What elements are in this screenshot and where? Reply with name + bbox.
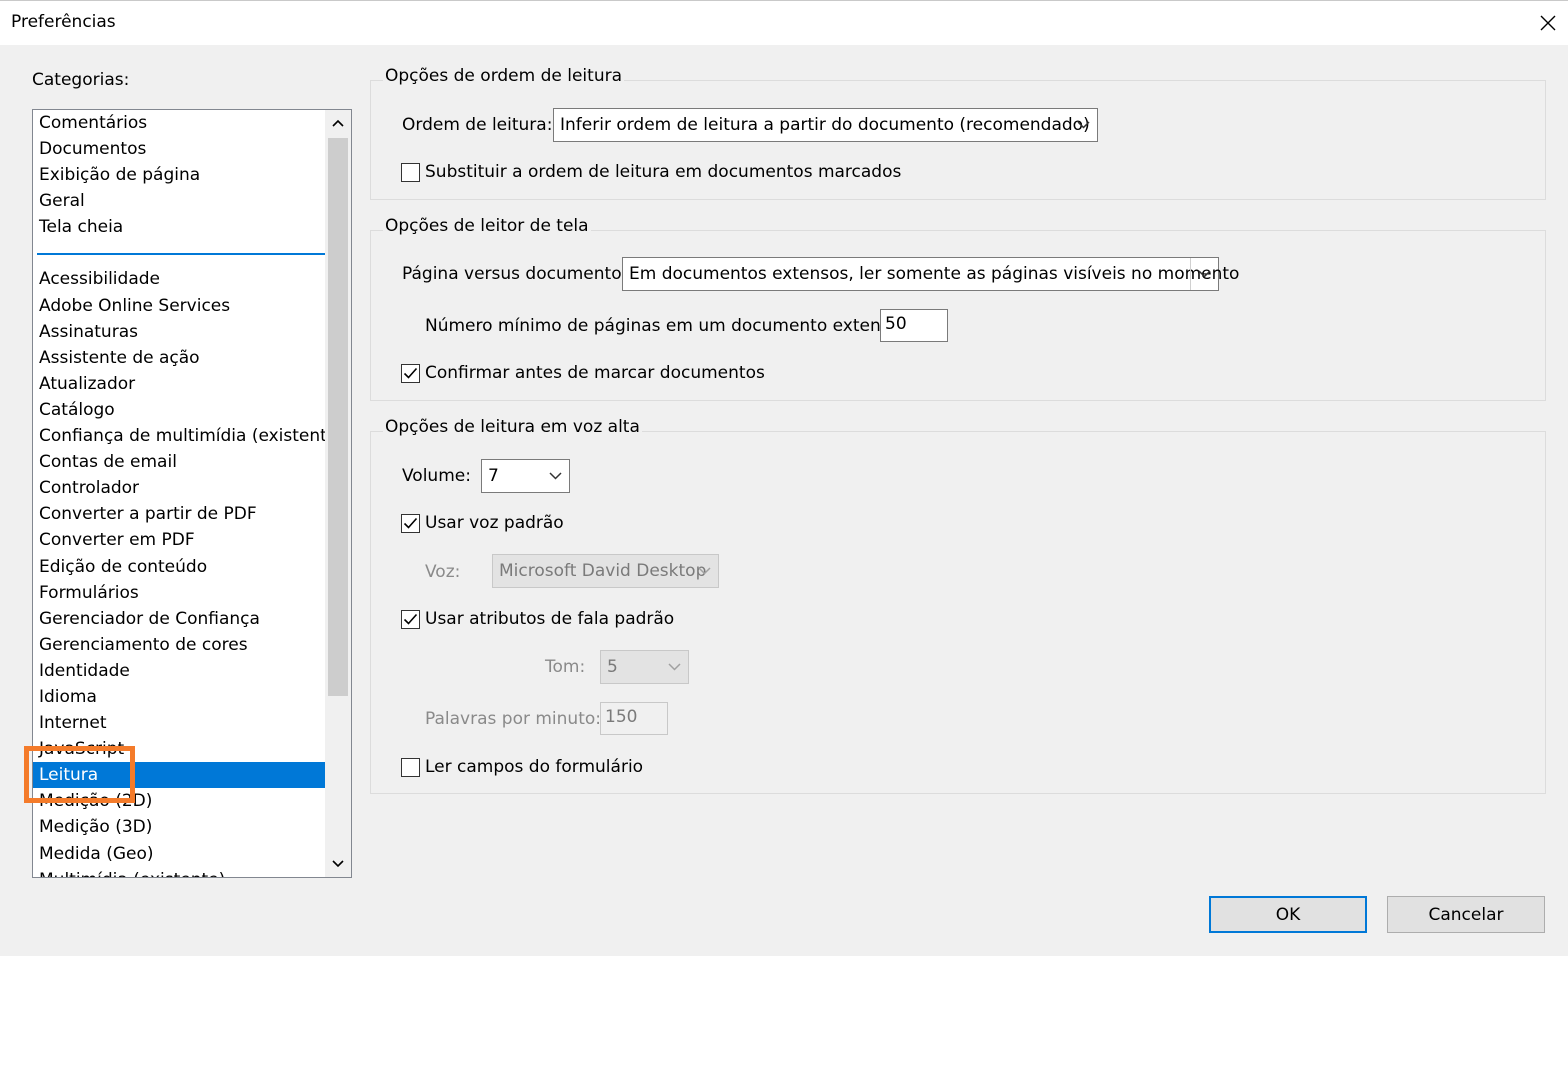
reading-order-value: Inferir ordem de leitura a partir do doc… [560,115,1090,135]
category-item[interactable]: Confiança de multimídia (existente) [33,423,344,449]
screen-reader-legend: Opções de leitor de tela [383,216,591,236]
close-icon [1540,15,1556,31]
category-item[interactable]: Contas de email [33,449,325,475]
category-item[interactable]: Geral [33,188,325,214]
close-button[interactable] [1528,1,1568,45]
checkmark-icon [403,613,418,625]
confirm-before-tagging-checkbox[interactable]: Confirmar antes de marcar documentos [401,363,765,383]
category-item[interactable]: JavaScript [33,736,325,762]
category-item[interactable]: Atualizador [33,371,325,397]
reading-order-dropdown[interactable]: Inferir ordem de leitura a partir do doc… [553,108,1098,142]
category-item[interactable]: Catálogo [33,397,325,423]
override-reading-order-checkbox[interactable]: Substituir a ordem de leitura em documen… [401,162,901,182]
override-reading-order-label: Substituir a ordem de leitura em documen… [425,162,902,182]
words-per-minute-input[interactable]: 150 [600,702,668,735]
category-item[interactable]: Documentos [33,136,325,162]
confirm-before-tagging-label: Confirmar antes de marcar documentos [425,363,765,383]
category-item[interactable]: Medição (3D) [33,814,325,840]
use-default-speech-label: Usar atributos de fala padrão [425,609,675,629]
categories-label: Categorias: [32,70,130,90]
pitch-dropdown[interactable]: 5 [600,650,689,684]
pitch-value: 5 [607,657,618,677]
chevron-down-icon [1076,121,1090,129]
page-vs-document-value: Em documentos extensos, ler somente as p… [629,264,1240,284]
checkbox-box [401,757,420,777]
category-item[interactable]: Controlador [33,475,325,501]
category-item[interactable]: Adobe Online Services [33,293,325,319]
categories-list: Comentários Documentos Exibição de página G… [33,110,344,877]
category-item[interactable]: Acessibilidade [33,266,325,292]
category-item[interactable]: Tela cheia [33,214,325,240]
category-item[interactable]: Exibição de página [33,162,325,188]
category-item[interactable]: Converter a partir de PDF [33,501,325,527]
category-separator [33,240,325,266]
reading-order-label: Ordem de leitura: [402,115,553,135]
checkbox-box [401,609,420,629]
read-form-fields-checkbox[interactable]: Ler campos do formulário [401,757,643,777]
chevron-down-icon [697,567,711,575]
category-item[interactable]: Internet [33,710,325,736]
reading-order-group: Opções de ordem de leitura Ordem de leit… [370,66,1546,200]
chevron-down-icon [1198,270,1211,278]
use-default-voice-label: Usar voz padrão [425,513,564,533]
screen-reader-group: Opções de leitor de tela Página versus d… [370,216,1546,401]
pitch-label: Tom: [545,657,586,677]
chevron-up-icon [332,119,344,127]
min-pages-value: 50 [885,314,907,334]
cancel-button[interactable]: Cancelar [1387,896,1545,933]
min-pages-input[interactable]: 50 [880,309,948,342]
category-item[interactable]: Edição de conteúdo [33,554,325,580]
categories-listbox[interactable]: Comentários Documentos Exibição de página G… [32,109,352,878]
checkbox-box [401,513,420,533]
read-aloud-group: Opções de leitura em voz alta Volume: 7 … [370,417,1546,794]
chevron-down-icon [667,663,681,671]
chevron-down-icon [332,860,344,868]
volume-value: 7 [488,466,499,486]
voice-value: Microsoft David Desktop [499,561,707,581]
scroll-down-button[interactable] [325,851,351,877]
page-vs-document-dropdown[interactable]: Em documentos extensos, ler somente as p… [622,257,1239,291]
reading-order-legend: Opções de ordem de leitura [383,66,625,86]
category-item[interactable]: Medição (2D) [33,788,325,814]
category-item[interactable]: Idioma [33,684,325,710]
read-aloud-legend: Opções de leitura em voz alta [383,417,642,437]
category-item[interactable]: Multimídia (existente) [33,867,325,877]
category-item-selected[interactable]: Leitura [33,762,325,789]
preferences-dialog: Preferências Categorias: Comentários Docu… [0,0,1568,956]
checkmark-icon [403,367,418,379]
chevron-down-icon [548,472,562,480]
page-vs-document-label: Página versus documento: [402,264,628,284]
category-item[interactable]: Converter em PDF [33,527,325,553]
words-per-minute-value: 150 [605,707,638,727]
category-item[interactable]: Gerenciador de Confiança [33,606,325,632]
category-item[interactable]: Medida (Geo) [33,841,325,867]
checkmark-icon [403,517,418,529]
volume-dropdown[interactable]: 7 [481,459,570,493]
voice-dropdown[interactable]: Microsoft David Desktop [492,554,719,588]
window-title: Preferências [11,12,116,32]
category-item[interactable]: Assinaturas [33,319,325,345]
category-item[interactable]: Gerenciamento de cores [33,632,325,658]
list-scrollbar[interactable] [325,110,351,877]
category-item[interactable]: Identidade [33,658,325,684]
words-per-minute-label: Palavras por minuto: [425,709,601,729]
use-default-speech-checkbox[interactable]: Usar atributos de fala padrão [401,609,674,629]
use-default-voice-checkbox[interactable]: Usar voz padrão [401,513,564,533]
category-item[interactable]: Comentários [33,110,325,136]
checkbox-box [401,363,420,383]
read-form-fields-label: Ler campos do formulário [425,757,644,777]
ok-button[interactable]: OK [1209,896,1367,933]
scroll-up-button[interactable] [325,110,351,136]
min-pages-label: Número mínimo de páginas em um documento… [425,316,906,336]
category-item[interactable]: Assistente de ação [33,345,325,371]
volume-label: Volume: [402,466,471,486]
category-item[interactable]: Formulários [33,580,325,606]
title-bar: Preferências [0,0,1568,45]
checkbox-box [401,162,420,182]
scroll-thumb[interactable] [328,138,348,696]
voice-label: Voz: [425,562,461,582]
